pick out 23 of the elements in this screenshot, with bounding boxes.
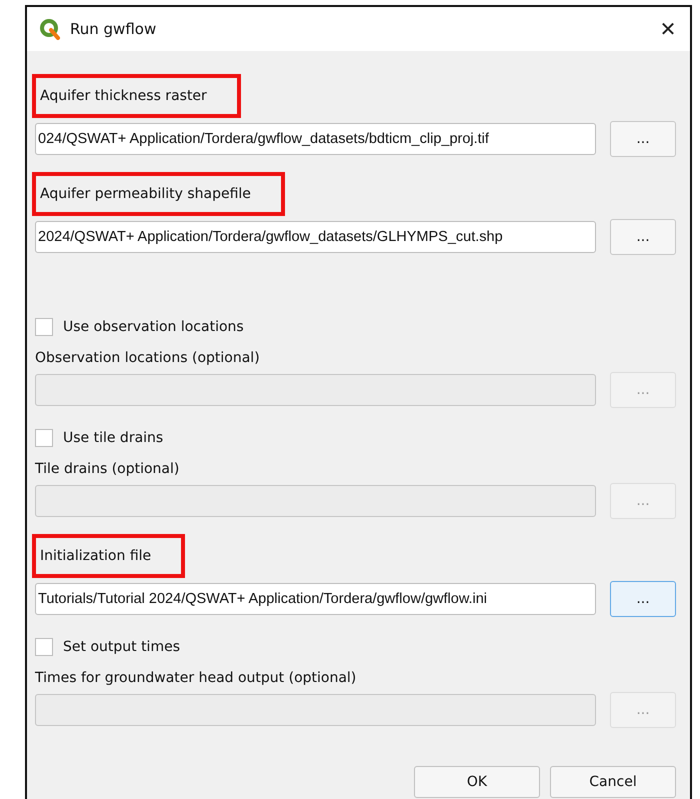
field-label: Aquifer permeability shapefile bbox=[32, 172, 285, 216]
logo-icon bbox=[39, 18, 61, 40]
checkbox[interactable] bbox=[35, 638, 53, 656]
field-label: Initialization file bbox=[32, 534, 186, 578]
field-label: Tile drains (optional) bbox=[35, 461, 180, 477]
field-label: Observation locations (optional) bbox=[35, 350, 260, 366]
close-button[interactable]: ✕ bbox=[646, 7, 690, 51]
window-title: Run gwflow bbox=[70, 20, 158, 38]
checkbox-label: Set output times bbox=[63, 639, 180, 655]
field-label: Aquifer thickness raster bbox=[32, 74, 241, 118]
dialog-button[interactable]: Cancel bbox=[550, 766, 676, 798]
file-path-field[interactable]: 024/QSWAT+ Application/Tordera/gwflow_datasets/bdticm_clip_proj.tif bbox=[35, 123, 596, 155]
browse-button[interactable]: ... bbox=[610, 219, 676, 255]
checkbox-label: Use observation locations bbox=[63, 319, 244, 335]
browse-button[interactable]: ... bbox=[610, 121, 676, 157]
checkbox[interactable] bbox=[35, 318, 53, 336]
checkbox[interactable] bbox=[35, 429, 53, 447]
dialog-button[interactable]: OK bbox=[414, 766, 540, 798]
file-path-field[interactable]: 2024/QSWAT+ Application/Tordera/gwflow_datasets/GLHYMPS_cut.shp bbox=[35, 221, 596, 253]
browse-button[interactable]: ... bbox=[610, 581, 676, 617]
checkbox-label: Use tile drains bbox=[63, 430, 164, 446]
file-path-field[interactable]: Tutorials/Tutorial 2024/QSWAT+ Application/Tordera/gwflow/gwflow.ini bbox=[35, 583, 596, 615]
field-label: Times for groundwater head output (optional) bbox=[35, 670, 356, 686]
